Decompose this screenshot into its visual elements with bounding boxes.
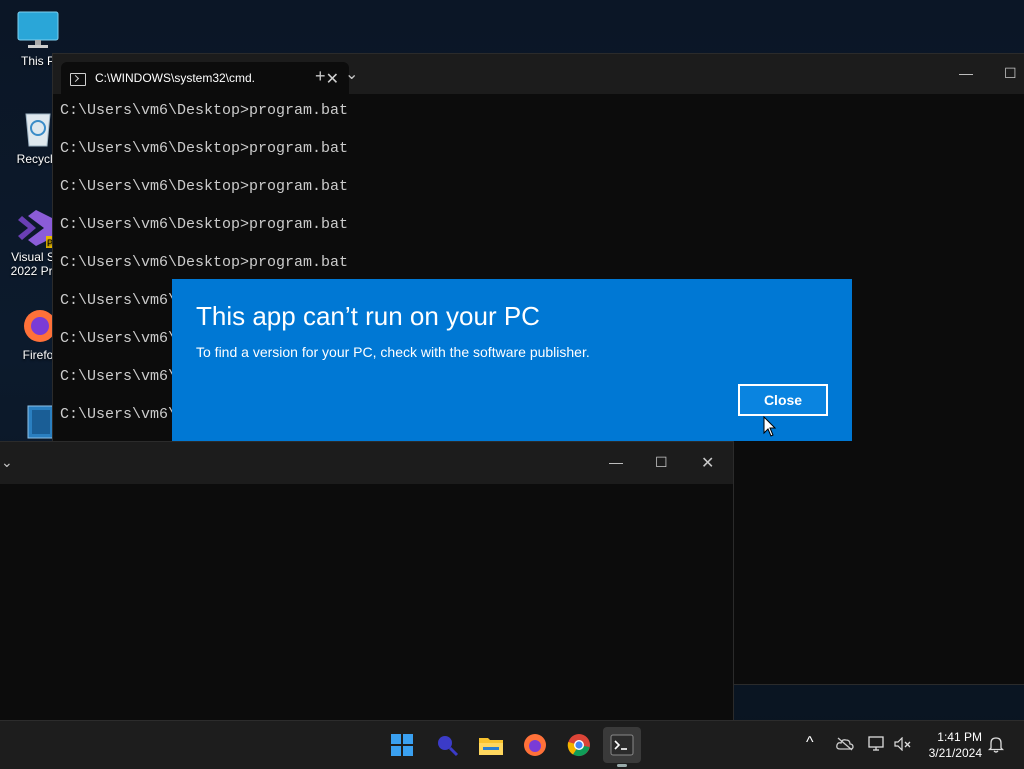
active-indicator <box>617 764 627 767</box>
chrome-icon <box>567 734 590 757</box>
maximize-button[interactable]: ☐ <box>1004 65 1017 82</box>
search-button[interactable] <box>429 727 465 763</box>
volume-muted-icon[interactable] <box>894 737 912 751</box>
onedrive-offline-icon[interactable] <box>836 737 854 751</box>
tab-dropdown-icon[interactable]: ⌄ <box>1 454 13 471</box>
terminal-titlebar[interactable]: ⌄ — ☐ ✕ <box>0 442 733 484</box>
new-tab-button[interactable]: + <box>315 66 326 87</box>
firefox-button[interactable] <box>517 727 553 763</box>
monitor-icon <box>16 10 60 50</box>
terminal-icon <box>610 734 634 756</box>
terminal-line: C:\Users\vm6\Desktop>program.bat <box>60 178 349 195</box>
mouse-cursor-icon <box>763 416 777 437</box>
terminal-line: C:\Users\vm6\Desktop>program.bat <box>60 216 349 233</box>
minimize-button[interactable]: — <box>609 454 623 470</box>
error-dialog: This app can’t run on your PC To find a … <box>172 279 852 441</box>
terminal-tab[interactable]: C:\WINDOWS\system32\cmd. ✕ <box>61 62 349 94</box>
search-icon <box>438 736 459 757</box>
start-button[interactable] <box>384 727 420 763</box>
close-button[interactable]: ✕ <box>701 453 714 473</box>
dialog-message: To find a version for your PC, check wit… <box>196 344 590 360</box>
terminal-line: C:\Users\vm6\Desktop>program.bat <box>60 102 349 119</box>
firefox-icon <box>524 734 546 756</box>
notification-bell-icon[interactable] <box>988 736 1004 753</box>
maximize-button[interactable]: ☐ <box>655 454 668 471</box>
tab-title: C:\WINDOWS\system32\cmd. <box>95 71 256 85</box>
terminal-line: C:\Users\vm6\Desktop>program.bat <box>60 140 349 157</box>
close-button[interactable]: Close <box>738 384 828 416</box>
file-explorer-icon <box>479 738 503 755</box>
terminal-pane-right <box>733 441 1024 679</box>
system-clock[interactable]: 1:41 PM 3/21/2024 <box>929 729 982 761</box>
network-icon[interactable] <box>868 736 886 752</box>
start-icon <box>391 734 413 756</box>
taskbar: ^ 1:41 PM 3/21/2024 <box>0 720 1024 769</box>
tray-chevron-icon[interactable]: ^ <box>806 734 814 752</box>
terminal-titlebar[interactable]: C:\WINDOWS\system32\cmd. ✕ + ⌄ — ☐ <box>53 54 1024 94</box>
dialog-title: This app can’t run on your PC <box>196 301 540 331</box>
tab-dropdown-icon[interactable]: ⌄ <box>345 64 358 84</box>
clock-date: 3/21/2024 <box>928 746 982 760</box>
tab-close-icon[interactable]: ✕ <box>326 69 339 89</box>
terminal-button[interactable] <box>603 727 641 763</box>
file-explorer-button[interactable] <box>473 727 509 763</box>
cmd-icon <box>70 73 86 86</box>
minimize-button[interactable]: — <box>959 65 973 81</box>
terminal-window-front[interactable]: ⌄ — ☐ ✕ <box>0 441 734 722</box>
chrome-button[interactable] <box>561 727 597 763</box>
clock-time: 1:41 PM <box>937 730 982 744</box>
